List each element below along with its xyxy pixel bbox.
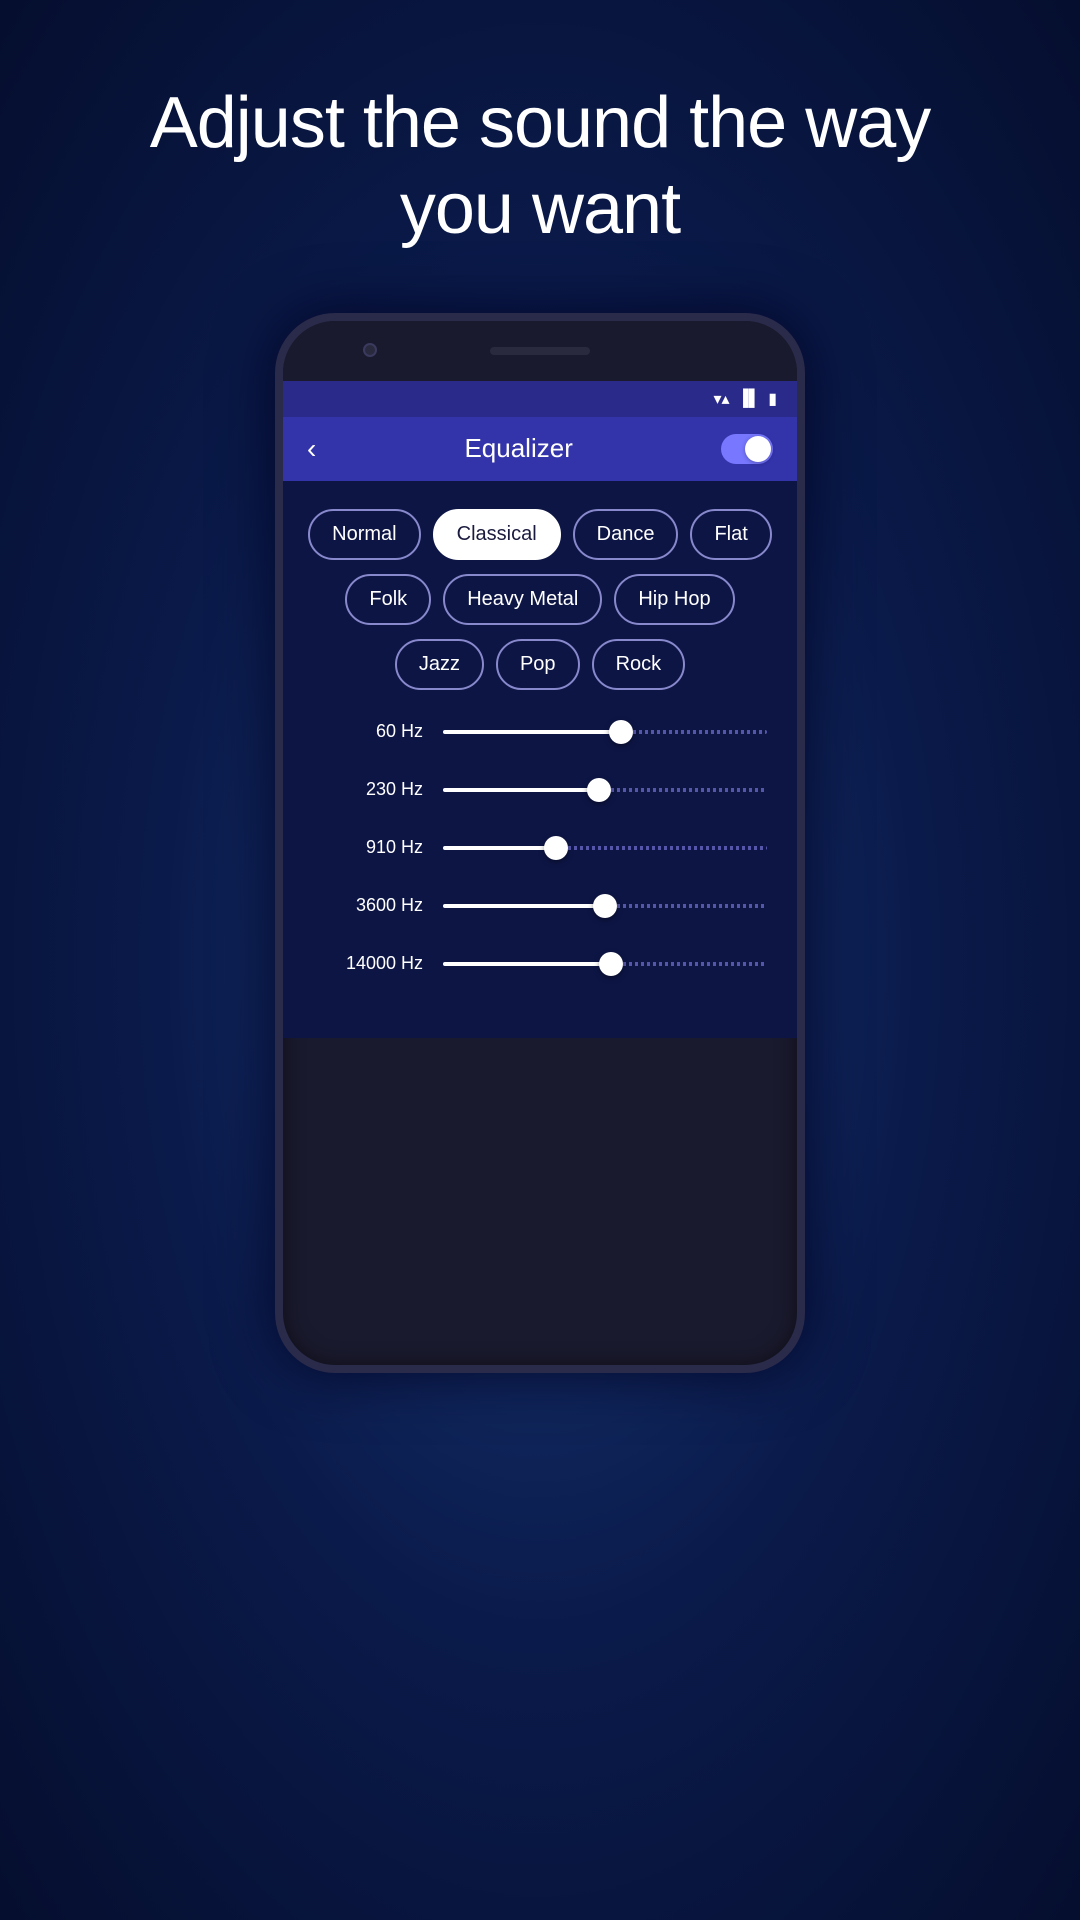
genre-heavy-metal[interactable]: Heavy Metal xyxy=(443,574,602,625)
screen-title: Equalizer xyxy=(464,433,572,464)
slider-thumb-910hz[interactable] xyxy=(544,836,568,860)
battery-icon: ▮ xyxy=(768,389,777,409)
genre-dance[interactable]: Dance xyxy=(573,509,679,560)
app-content: Normal Classical Dance Flat Folk Heavy M… xyxy=(283,481,797,1038)
app-header: ‹ Equalizer xyxy=(283,417,797,481)
eq-sliders: 60 Hz 230 Hz xyxy=(303,720,777,976)
slider-row-14000hz: 14000 Hz xyxy=(313,952,767,976)
status-bar: ▾▴ ▐▌ ▮ xyxy=(283,381,797,417)
genre-row-3: Jazz Pop Rock xyxy=(303,639,777,690)
genre-normal[interactable]: Normal xyxy=(308,509,420,560)
headline-line2: you want xyxy=(400,169,680,249)
wifi-icon: ▾▴ xyxy=(713,389,729,409)
toggle-knob xyxy=(745,436,771,462)
slider-thumb-14000hz[interactable] xyxy=(599,952,623,976)
genre-hip-hop[interactable]: Hip Hop xyxy=(614,574,734,625)
slider-910hz[interactable] xyxy=(443,836,767,860)
genre-rock[interactable]: Rock xyxy=(592,639,686,690)
headline-line1: Adjust the sound the way xyxy=(150,83,931,163)
phone-top-bar xyxy=(283,321,797,381)
slider-label-910hz: 910 Hz xyxy=(313,837,423,858)
slider-row-910hz: 910 Hz xyxy=(313,836,767,860)
page-headline: Adjust the sound the way you want xyxy=(90,80,991,253)
back-button[interactable]: ‹ xyxy=(307,433,316,465)
genre-pop[interactable]: Pop xyxy=(496,639,580,690)
earpiece-speaker xyxy=(490,347,590,355)
slider-thumb-60hz[interactable] xyxy=(609,720,633,744)
slider-label-14000hz: 14000 Hz xyxy=(313,953,423,974)
slider-row-3600hz: 3600 Hz xyxy=(313,894,767,918)
phone-frame: ▾▴ ▐▌ ▮ ‹ Equalizer Normal Classical Dan… xyxy=(275,313,805,1373)
slider-thumb-230hz[interactable] xyxy=(587,778,611,802)
equalizer-toggle[interactable] xyxy=(721,434,773,464)
genre-folk[interactable]: Folk xyxy=(345,574,431,625)
genre-row-2: Folk Heavy Metal Hip Hop xyxy=(303,574,777,625)
genre-jazz[interactable]: Jazz xyxy=(395,639,484,690)
genre-classical[interactable]: Classical xyxy=(433,509,561,560)
slider-label-60hz: 60 Hz xyxy=(313,721,423,742)
signal-icon: ▐▌ xyxy=(738,390,761,408)
slider-60hz[interactable] xyxy=(443,720,767,744)
slider-row-60hz: 60 Hz xyxy=(313,720,767,744)
slider-label-230hz: 230 Hz xyxy=(313,779,423,800)
slider-14000hz[interactable] xyxy=(443,952,767,976)
slider-230hz[interactable] xyxy=(443,778,767,802)
genre-flat[interactable]: Flat xyxy=(690,509,771,560)
slider-label-3600hz: 3600 Hz xyxy=(313,895,423,916)
genre-row-1: Normal Classical Dance Flat xyxy=(303,509,777,560)
slider-thumb-3600hz[interactable] xyxy=(593,894,617,918)
slider-3600hz[interactable] xyxy=(443,894,767,918)
front-camera xyxy=(363,343,377,357)
slider-row-230hz: 230 Hz xyxy=(313,778,767,802)
